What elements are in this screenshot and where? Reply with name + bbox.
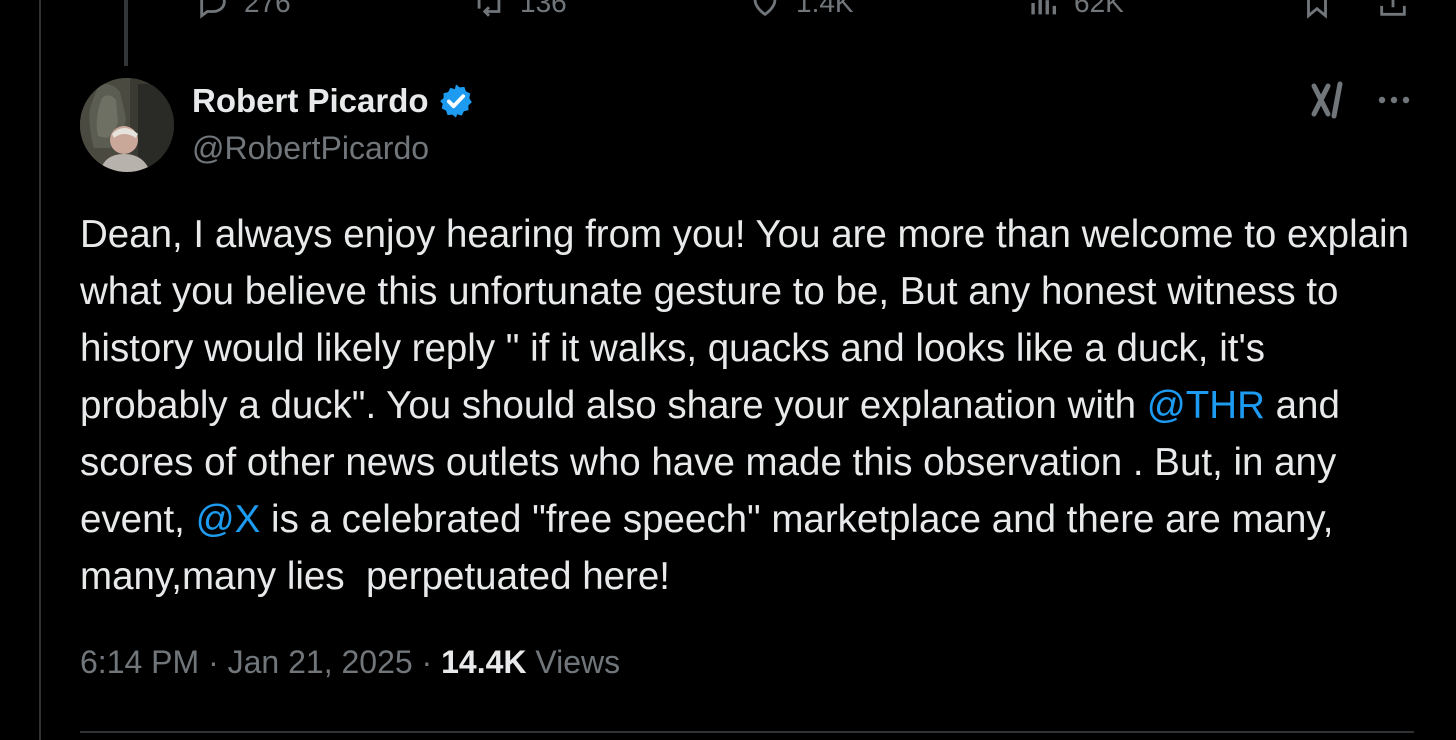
like-count: 1.4K	[796, 0, 854, 18]
author-handle[interactable]: @RobertPicardo	[192, 130, 429, 167]
heart-icon	[753, 0, 777, 17]
repost-button[interactable]: 136	[472, 0, 567, 20]
share-icon	[1380, 0, 1406, 16]
divider	[80, 731, 1414, 733]
views-count-top: 62K	[1074, 0, 1124, 18]
repost-count: 136	[520, 0, 567, 18]
mention-link-thr[interactable]: @THR	[1147, 384, 1265, 427]
tweet-time[interactable]: 6:14 PM	[80, 644, 199, 680]
reply-button[interactable]: 276	[196, 0, 291, 20]
share-button[interactable]	[1376, 0, 1410, 20]
grok-icon[interactable]	[1310, 80, 1350, 120]
like-button[interactable]: 1.4K	[748, 0, 854, 20]
verified-badge-icon[interactable]	[437, 82, 475, 120]
bookmark-icon	[1307, 0, 1327, 19]
tweet-meta: 6:14 PM · Jan 21, 2025 · 14.4K Views	[80, 644, 620, 681]
author-name-row[interactable]: Robert Picardo	[192, 82, 475, 120]
meta-separator: ·	[199, 644, 228, 680]
reply-count: 276	[244, 0, 291, 18]
views-count: 14.4K	[441, 644, 527, 680]
author-display-name[interactable]: Robert Picardo	[192, 82, 429, 120]
repost-icon	[477, 0, 501, 17]
previous-post-action-bar: 276 136 1.4K 62K	[0, 0, 1456, 22]
avatar[interactable]	[80, 78, 174, 172]
tweet-date[interactable]: Jan 21, 2025	[228, 644, 413, 680]
column-border	[39, 0, 41, 740]
reply-icon	[200, 0, 226, 19]
meta-separator: ·	[412, 644, 442, 680]
views-button[interactable]: 62K	[1026, 0, 1124, 20]
avatar-image	[80, 78, 174, 172]
tweet-text: Dean, I always enjoy hearing from you! Y…	[80, 206, 1420, 605]
tweet-text-part: is a celebrated "free speech" marketplac…	[80, 498, 1345, 598]
mention-link-x[interactable]: @X	[196, 498, 261, 541]
analytics-icon	[1031, 0, 1057, 15]
more-icon[interactable]	[1374, 88, 1414, 112]
views-label: Views	[535, 644, 621, 680]
bookmark-button[interactable]	[1300, 0, 1334, 20]
